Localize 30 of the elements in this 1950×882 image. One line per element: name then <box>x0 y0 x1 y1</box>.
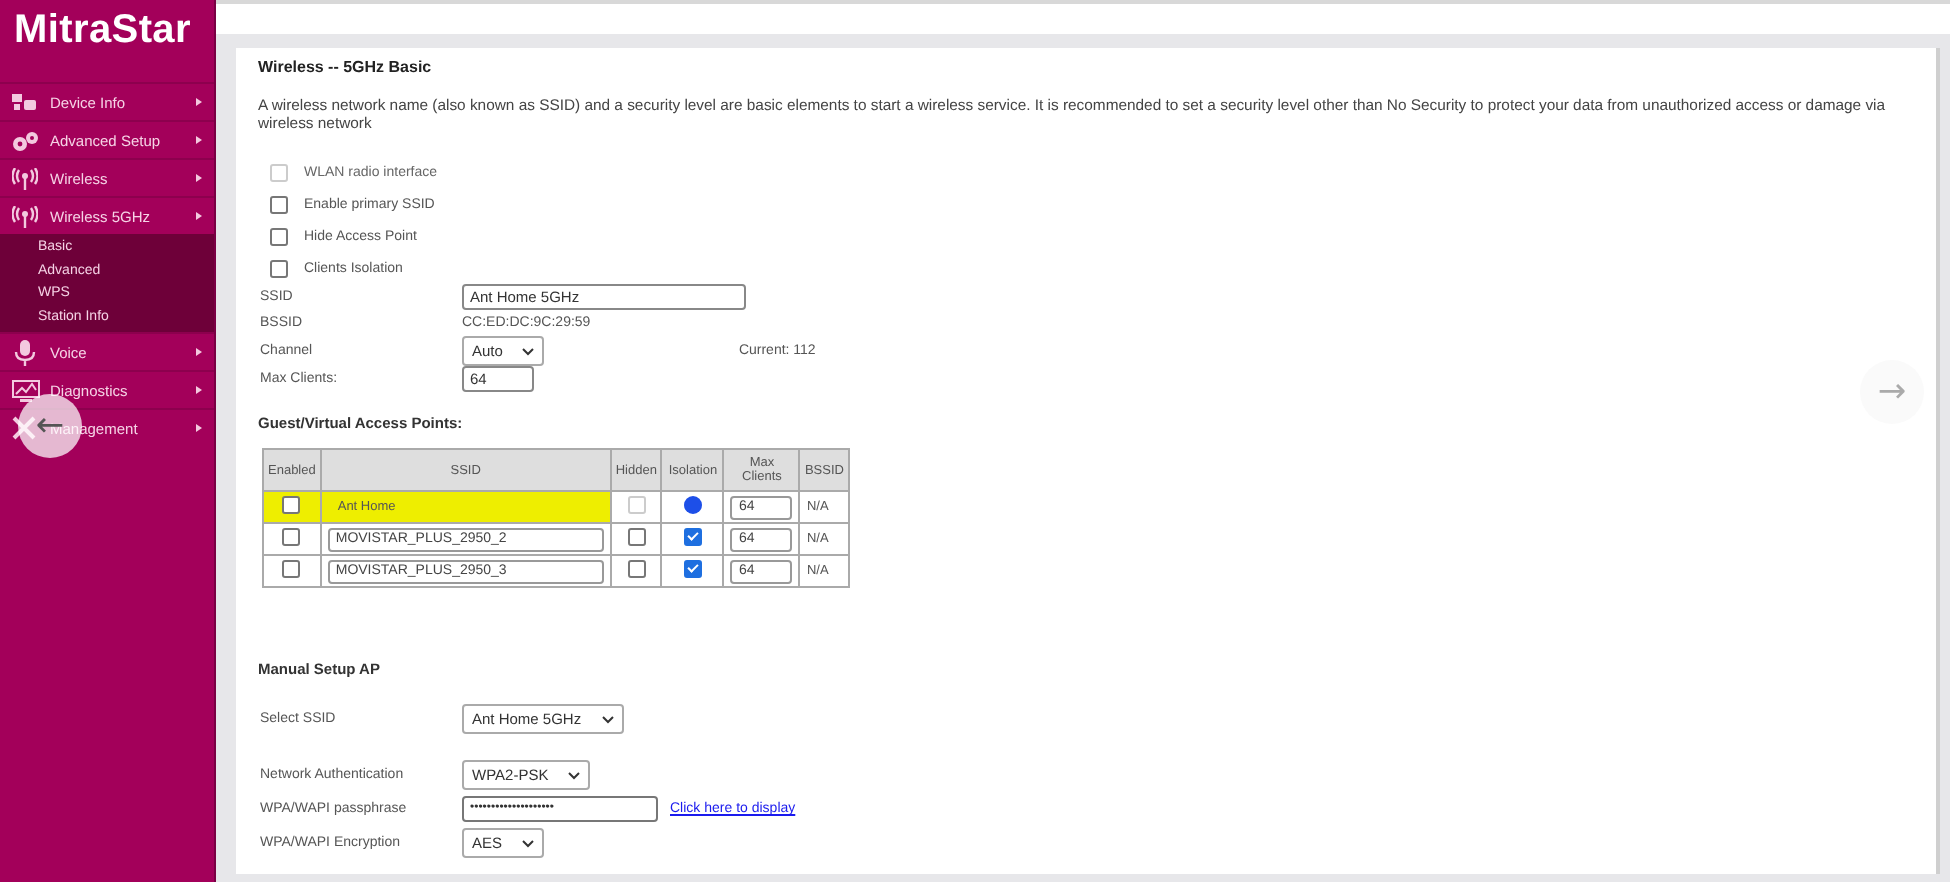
gears-icon <box>11 129 39 151</box>
isolation-dot[interactable] <box>683 496 702 514</box>
caret-icon <box>196 212 202 220</box>
checkbox[interactable] <box>627 560 646 578</box>
checkbox[interactable] <box>270 227 288 245</box>
monitor-icon <box>11 379 39 401</box>
caret-icon <box>196 174 202 182</box>
checkbox[interactable] <box>270 259 288 277</box>
checkbox[interactable] <box>627 528 646 546</box>
caret-icon <box>196 386 202 394</box>
chevron-icon <box>522 347 535 355</box>
antenna-icon <box>12 205 38 227</box>
microphone-icon <box>14 339 36 365</box>
checkbox[interactable] <box>683 560 702 578</box>
caret-icon <box>196 424 202 432</box>
checkbox[interactable] <box>683 528 702 546</box>
antenna-icon <box>12 167 38 189</box>
page-title: Wireless -- 5GHz Basic <box>258 58 434 76</box>
checkbox[interactable] <box>282 560 301 578</box>
checkbox[interactable] <box>282 496 301 514</box>
caret-icon <box>196 136 202 144</box>
devices-icon <box>12 92 38 112</box>
checkbox[interactable] <box>270 195 288 213</box>
checkbox[interactable] <box>282 528 301 546</box>
logo: MitraStar <box>12 6 193 56</box>
chevron-icon <box>522 839 535 847</box>
chevron-icon <box>568 771 581 779</box>
caret-icon <box>196 98 202 106</box>
caret-icon <box>196 348 202 356</box>
chevron-icon <box>601 715 614 723</box>
